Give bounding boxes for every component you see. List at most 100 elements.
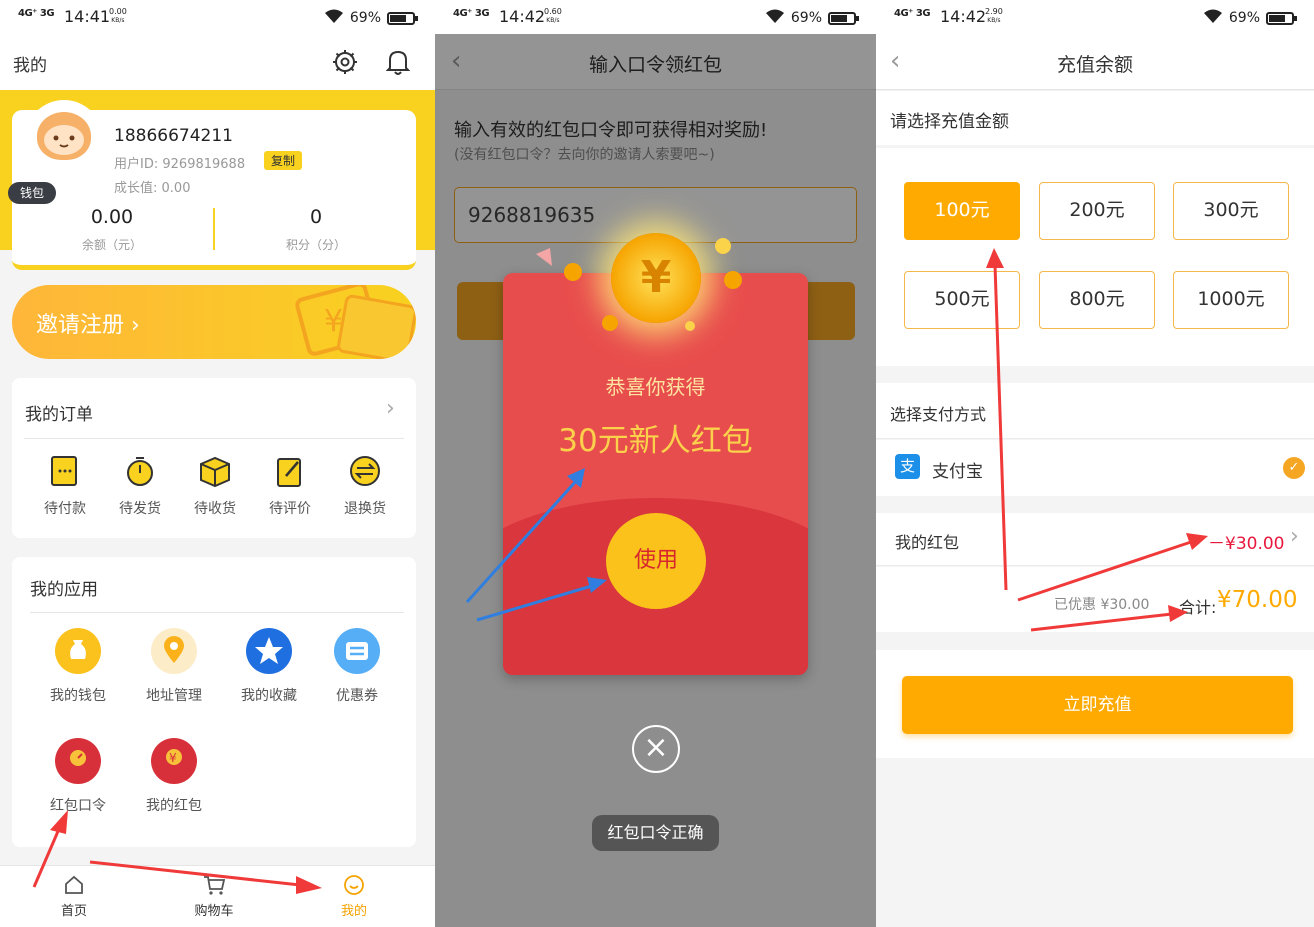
order-pending-shipment[interactable]: 待发货 [105, 454, 175, 518]
apps-card: 我的应用 我的钱包 地址管理 我的收藏 优惠券 红包口令 ¥ 我的红包 [12, 557, 416, 847]
battery-percent: 69% [1228, 10, 1260, 26]
tab-home[interactable]: 首页 [34, 874, 114, 919]
network-speed: 0.00 KB/s [109, 7, 127, 25]
apps-title: 我的应用 [30, 580, 98, 600]
order-pending-review[interactable]: 待评价 [255, 454, 325, 518]
stopwatch-icon [127, 457, 153, 486]
cart-icon [204, 876, 226, 895]
close-icon[interactable]: × [632, 725, 680, 773]
smile-icon [344, 875, 364, 895]
network-speed: 0.60 KB/s [544, 7, 562, 25]
recharge-button[interactable]: 立即充值 [902, 676, 1293, 734]
divider [213, 208, 215, 250]
battery-icon [387, 11, 418, 25]
orders-card: 我的订单 › 待付款 待发货 待收货 待评价 退换货 [12, 378, 416, 538]
amount-option-800[interactable]: 800元 [1039, 271, 1155, 329]
status-time: 14:42 [499, 7, 546, 26]
red-packet-value: －¥30.00 [1208, 534, 1285, 554]
red-packet-yen-icon: ¥ [151, 738, 197, 784]
growth-value: 成长值: 0.00 [114, 181, 191, 196]
avatar-face-icon [37, 112, 91, 160]
red-packet-row[interactable]: 我的红包 －¥30.00 › [876, 513, 1314, 566]
amount-grid: 100元 200元 300元 500元 800元 1000元 [876, 148, 1314, 366]
page-header: ‹ 充值余额 [876, 34, 1314, 90]
bell-icon[interactable] [385, 48, 411, 80]
location-pin-icon [151, 628, 197, 674]
status-time: 14:41 [64, 7, 111, 26]
avatar[interactable] [25, 100, 103, 178]
amount-option-1000[interactable]: 1000元 [1173, 271, 1289, 329]
battery-icon [1266, 11, 1297, 25]
tab-mine[interactable]: 我的 [314, 874, 394, 919]
recharge-section: 立即充值 [876, 650, 1314, 758]
red-packet-label: 我的红包 [895, 533, 960, 552]
tab-cart[interactable]: 购物车 [174, 874, 254, 919]
amount-option-500[interactable]: 500元 [904, 271, 1020, 329]
coupon-icon [334, 628, 380, 674]
amount-option-200[interactable]: 200元 [1039, 182, 1155, 240]
network-speed: 2.90 KB/s [985, 7, 1003, 25]
use-button[interactable]: 使用 [606, 513, 706, 609]
app-favorites[interactable]: 我的收藏 [234, 627, 304, 705]
phone-number: 18866674211 [114, 126, 233, 146]
exchange-icon [350, 456, 380, 486]
app-red-packet-code[interactable]: 红包口令 [43, 737, 113, 815]
order-return-exchange[interactable]: 退换货 [330, 454, 400, 518]
balance-label: 余额（元） [81, 238, 142, 252]
page-title: 充值余额 [1056, 54, 1133, 76]
select-amount-label: 请选择充值金额 [890, 112, 1009, 132]
divider [30, 612, 404, 613]
alipay-label: 支付宝 [932, 462, 983, 482]
status-bar: 4G⁺ 3G 14:41 0.00 KB/s 69% [0, 0, 435, 34]
total-row: 已优惠 ¥30.00 合计: ¥70.00 [876, 567, 1314, 632]
signal-icon: 4G⁺ 3G [18, 8, 55, 19]
checkmark-icon[interactable]: ✓ [1283, 457, 1305, 479]
bottom-tab-bar: 首页 购物车 我的 [0, 865, 435, 927]
congrats-text: 恭喜你获得 [605, 375, 706, 399]
red-envelope-icon: ¥ [282, 285, 416, 359]
wallet-tag[interactable]: 钱包 [8, 182, 57, 204]
money-bag-icon [55, 628, 101, 674]
amount-option-300[interactable]: 300元 [1173, 182, 1289, 240]
home-icon [65, 875, 83, 894]
settings-gear-icon[interactable] [332, 49, 358, 79]
order-pending-receipt[interactable]: 待收货 [180, 454, 250, 518]
discount-label: 已优惠 ¥30.00 [1054, 597, 1150, 613]
screen-redeem-code: 4G⁺ 3G 14:42 0.60 KB/s 69% ‹ 输入口令领红包 输入有效… [435, 0, 876, 927]
app-address[interactable]: 地址管理 [139, 627, 209, 705]
page-title: 我的 [13, 56, 47, 76]
divider [24, 438, 404, 439]
app-my-wallet[interactable]: 我的钱包 [43, 627, 113, 705]
wifi-icon [324, 8, 344, 28]
chevron-right-icon[interactable]: › [1290, 524, 1299, 549]
battery-icon [828, 11, 859, 25]
toast-message: 红包口令正确 [592, 815, 719, 851]
star-icon [246, 628, 292, 674]
order-pending-payment[interactable]: 待付款 [30, 454, 100, 518]
balance-value[interactable]: 0.00 [80, 206, 144, 228]
signal-icon: 4G⁺ 3G [894, 8, 931, 19]
screen-recharge: 4G⁺ 3G 14:42 2.90 KB/s 69% ‹ 充值余额 请选择充值金额… [876, 0, 1314, 927]
battery-status: 69% [1203, 8, 1297, 28]
alipay-option[interactable]: 支 支付宝 ✓ [876, 440, 1314, 496]
pay-method-header: 选择支付方式 [876, 383, 1314, 439]
scattered-coins-icon [536, 238, 742, 331]
package-icon [200, 456, 230, 488]
app-my-red-packets[interactable]: ¥ 我的红包 [139, 737, 209, 815]
total-label: 合计: [1179, 598, 1217, 617]
svg-text:¥: ¥ [169, 751, 177, 765]
battery-status: 69% [324, 8, 418, 28]
battery-status: 69% [765, 8, 859, 28]
screen-my-profile: 4G⁺ 3G 14:41 0.00 KB/s 69% 我的 18866674211… [0, 0, 435, 927]
points-value[interactable]: 0 [284, 206, 348, 228]
invite-register-banner[interactable]: 邀请注册 › ¥ [12, 285, 416, 359]
chevron-right-icon[interactable]: › [386, 396, 395, 421]
amount-option-100[interactable]: 100元 [904, 182, 1020, 240]
signal-icon: 4G⁺ 3G [453, 8, 490, 19]
copy-button[interactable]: 复制 [264, 151, 303, 170]
app-coupons[interactable]: 优惠券 [322, 627, 392, 705]
wifi-icon [765, 8, 785, 28]
clipboard-pen-icon [277, 458, 301, 487]
page-header: 我的 [0, 34, 435, 90]
status-time: 14:42 [940, 7, 987, 26]
